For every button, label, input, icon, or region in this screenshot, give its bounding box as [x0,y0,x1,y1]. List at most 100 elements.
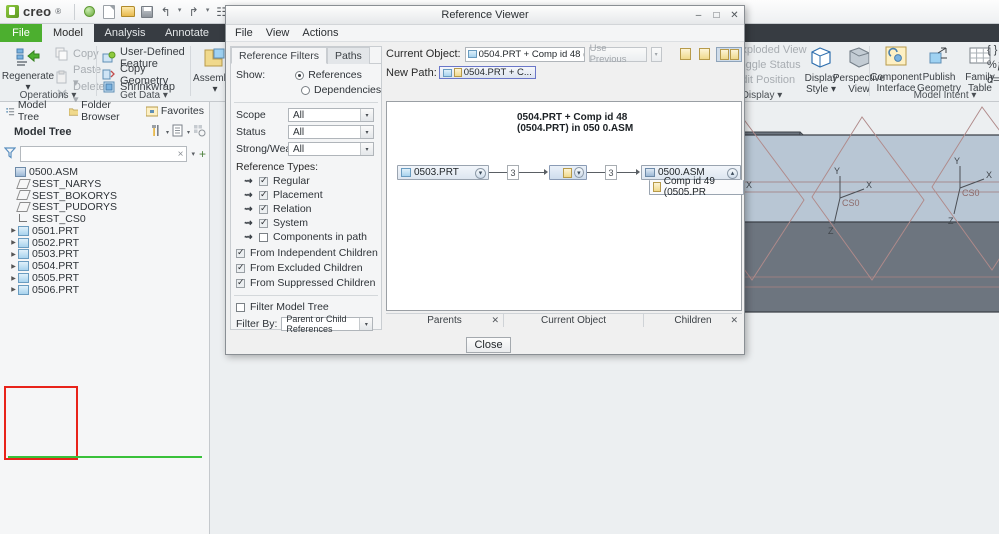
compare-references-icon[interactable] [716,47,742,62]
current-object-field[interactable]: 0504.PRT + Comp id 48 (0504. [465,47,585,62]
tree-tools-icon[interactable] [150,124,163,140]
graph-node-child-sub[interactable]: Comp id 49 (0505.PR [649,180,744,195]
filter-icon[interactable] [4,147,16,162]
undo-icon[interactable]: ↰ [156,2,175,21]
filter-add-icon[interactable]: + [199,147,206,161]
radio-dependencies[interactable]: Dependencies [301,84,381,96]
filter-dropdown-icon[interactable]: ▾ [191,150,195,158]
ribbon-divider-1 [96,46,97,96]
filter-by-select[interactable]: Parent or Child References ▾ [281,317,373,331]
checkbox-icon [236,303,245,312]
graph-parent-count[interactable]: 3 [507,165,519,180]
graph-child-count[interactable]: 3 [605,165,617,180]
from-independent-children[interactable]: From Independent Children [236,247,381,259]
strong-weak-select[interactable]: All ▾ [288,142,374,156]
column-parents-close-icon[interactable]: ✕ [491,315,499,326]
tree-settings-icon[interactable] [193,124,206,140]
tree-columns-icon[interactable] [172,124,184,140]
use-previous-button[interactable]: Use Previous [589,47,647,62]
ref-type-system[interactable]: ⇝ System [243,217,381,229]
datum-plane-icon [16,202,31,212]
maximize-icon[interactable]: □ [711,10,722,21]
menu-actions[interactable]: Actions [302,27,338,39]
tree-item-0501[interactable]: ▶ 0501.PRT [0,225,210,237]
undo-dropdown-icon[interactable]: ▾ [175,6,184,17]
new-path-chip[interactable]: 0504.PRT + C... [439,66,536,79]
tree-item-csys[interactable]: SEST_CS0 [0,213,210,225]
scope-select[interactable]: All ▾ [288,108,374,122]
expand-icon[interactable]: ▾ [574,167,584,178]
new-doc-icon[interactable] [99,2,118,21]
menu-view[interactable]: View [266,27,290,39]
expand-arrow-icon[interactable]: ▶ [9,286,18,293]
from-suppressed-children[interactable]: From Suppressed Children [236,277,381,289]
expand-arrow-icon[interactable]: ▶ [9,251,18,258]
expand-arrow-icon[interactable]: ▶ [9,263,18,270]
redo-icon[interactable]: ↱ [184,2,203,21]
ref-type-relation[interactable]: ⇝ Relation [243,203,381,215]
expand-arrow-icon[interactable]: ▶ [9,275,18,282]
tree-item-0506[interactable]: ▶ 0506.PRT [0,284,210,296]
column-current-object[interactable]: Current Object [504,314,644,327]
tree-item-assembly[interactable]: 0500.ASM [0,166,210,178]
redo-dropdown-icon[interactable]: ▾ [203,6,212,17]
tree-item-datum-bokorys[interactable]: SEST_BOKORYS [0,190,210,202]
parameters-button[interactable]: { } [987,44,997,56]
tab-model[interactable]: Model [42,24,94,42]
tree-item-datum-narys[interactable]: SEST_NARYS [0,178,210,190]
tree-tools-dropdown-icon[interactable]: ▾ [166,129,169,136]
copy-button[interactable]: Copy [55,47,99,61]
sidebar-tab-model-tree[interactable]: Model Tree [0,102,63,120]
relations-button[interactable]: %ƒ [987,59,999,71]
expand-arrow-icon[interactable]: ▶ [9,239,18,246]
ref-type-regular[interactable]: ⇝ Regular [243,175,381,187]
tab-paths[interactable]: Paths [327,47,370,64]
tree-item-datum-pudorys[interactable]: SEST_PUDORYS [0,201,210,213]
tab-reference-filters[interactable]: Reference Filters [231,47,327,64]
column-children-close-icon[interactable]: ✕ [730,315,738,326]
minimize-icon[interactable]: – [693,10,704,21]
graph-column-headers: Parents ✕ Current Object Children ✕ [386,313,742,326]
close-button[interactable]: Close [466,337,511,353]
tree-item-label: 0501.PRT [32,225,79,237]
tab-file[interactable]: File [0,24,42,42]
reference-graph-panel[interactable]: 0504.PRT + Comp id 48 (0504.PRT) in 050 … [386,101,742,311]
tab-annotate[interactable]: Annotate [156,24,218,42]
tab-analysis[interactable]: Analysis [94,24,156,42]
status-select[interactable]: All ▾ [288,125,374,139]
radio-references[interactable]: References [295,69,362,81]
tree-item-0505[interactable]: ▶ 0505.PRT [0,272,210,284]
expand-arrow-icon[interactable]: ▶ [9,227,18,234]
checkbox-icon [259,219,268,228]
use-previous-dropdown-icon[interactable]: ▾ [651,47,662,62]
from-excluded-children[interactable]: From Excluded Children [236,262,381,274]
regenerate-button[interactable]: Regenerate ▾ [1,46,55,93]
tree-columns-dropdown-icon[interactable]: ▾ [187,129,190,136]
model-tree-filter-input[interactable]: × [20,146,187,162]
graph-node-current[interactable]: ▾ [549,165,587,180]
close-icon[interactable]: ✕ [729,10,740,21]
tree-item-0503[interactable]: ▶ 0503.PRT [0,249,210,261]
column-children[interactable]: Children ✕ [644,314,742,327]
ref-type-components-in-path[interactable]: ⇝ Components in path [243,231,381,243]
ref-type-placement[interactable]: ⇝ Placement [243,189,381,201]
sidebar-tab-favorites[interactable]: Favorites [140,102,210,120]
menu-file[interactable]: File [235,27,253,39]
session-indicator-icon[interactable] [80,2,99,21]
filter-model-tree-row[interactable]: Filter Model Tree [236,301,381,313]
dialog-titlebar[interactable]: Reference Viewer – □ ✕ [226,6,744,25]
expand-icon[interactable]: ▾ [475,168,486,179]
status-label: Status [236,126,288,138]
tree-item-0502[interactable]: ▶ 0502.PRT [0,237,210,249]
reference-viewer-dialog[interactable]: Reference Viewer – □ ✕ File View Actions… [225,5,745,355]
save-reference-icon[interactable] [697,47,712,62]
open-folder-icon[interactable] [118,2,137,21]
tree-item-0504[interactable]: ▶ 0504.PRT [0,260,210,272]
open-reference-icon[interactable] [678,47,693,62]
graph-node-parent[interactable]: 0503.PRT ▾ [397,165,489,180]
switch-dimensions-button[interactable]: d= [987,74,999,86]
column-parents[interactable]: Parents ✕ [386,314,504,327]
save-icon[interactable] [137,2,156,21]
sidebar-tab-folder-browser[interactable]: Folder Browser [63,102,140,120]
filter-clear-icon[interactable]: × [178,149,184,160]
